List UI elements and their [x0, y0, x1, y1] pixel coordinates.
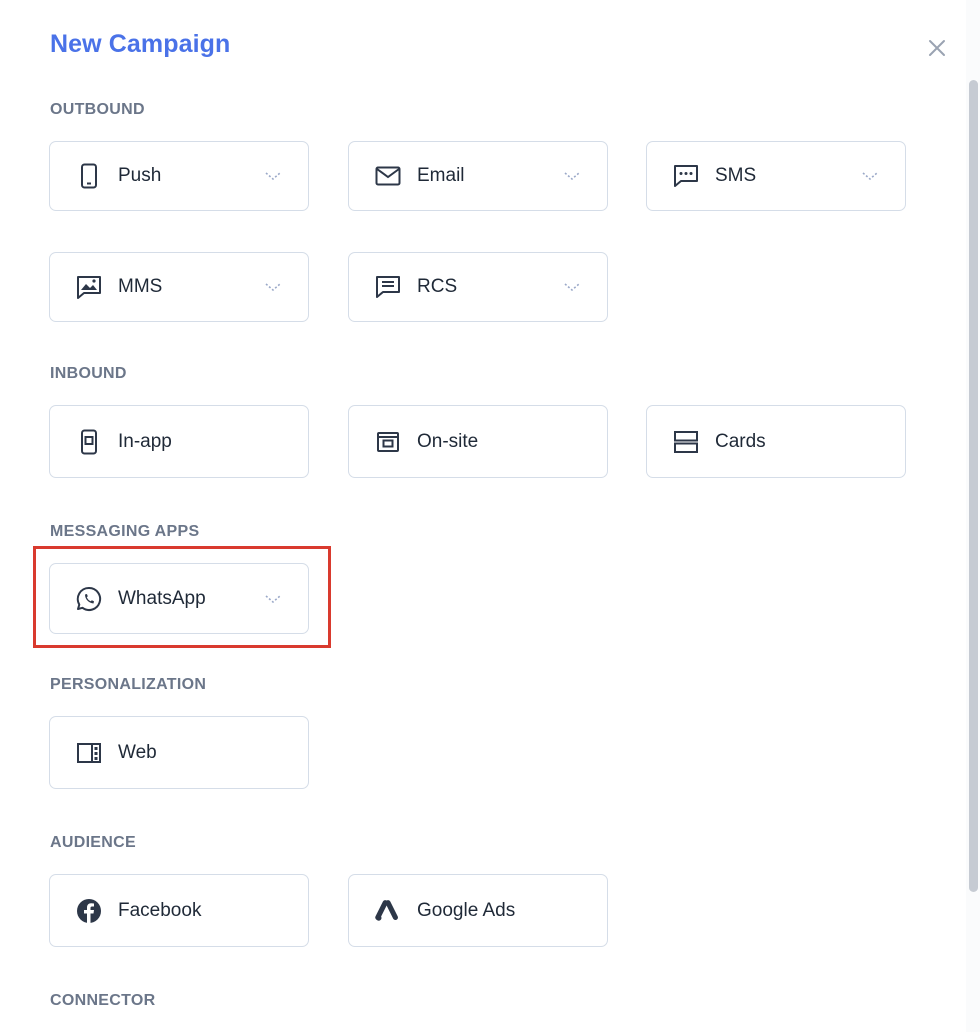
web-layout-icon [76, 740, 102, 766]
option-label: RCS [417, 276, 458, 297]
chevron-down-icon[interactable] [264, 281, 282, 293]
chevron-down-icon[interactable] [563, 281, 581, 293]
option-label: Google Ads [417, 899, 516, 921]
option-label: Facebook [118, 899, 202, 921]
campaign-option-whatsapp[interactable]: WhatsApp [49, 563, 309, 634]
google-ads-icon [375, 898, 401, 924]
dialog-title: New Campaign [50, 30, 231, 58]
whatsapp-icon [76, 586, 102, 612]
option-label: On-site [417, 430, 479, 452]
browser-window-icon [375, 429, 401, 455]
smartphone-icon [76, 163, 102, 189]
section-label-connector: CONNECTOR [50, 992, 156, 1009]
option-label: Push [118, 165, 162, 186]
cards-stack-icon [673, 429, 699, 455]
chevron-down-icon[interactable] [264, 170, 282, 182]
chat-bubble-icon [673, 163, 699, 189]
in-app-icon [76, 429, 102, 455]
scrollbar-thumb[interactable] [969, 80, 978, 892]
campaign-option-push[interactable]: Push [49, 141, 309, 211]
campaign-option-facebook[interactable]: Facebook [49, 874, 309, 947]
chevron-down-icon[interactable] [264, 593, 282, 605]
campaign-option-in-app[interactable]: In-app [49, 405, 309, 478]
close-icon [929, 40, 945, 56]
option-label: MMS [118, 276, 163, 297]
campaign-option-sms[interactable]: SMS [646, 141, 906, 211]
option-label: Email [417, 165, 465, 186]
option-label: Web [118, 741, 157, 763]
campaign-option-google-ads[interactable]: Google Ads [348, 874, 608, 947]
section-label-personalization: PERSONALIZATION [50, 676, 207, 693]
campaign-option-on-site[interactable]: On-site [348, 405, 608, 478]
campaign-option-cards[interactable]: Cards [646, 405, 906, 478]
chevron-down-icon[interactable] [563, 170, 581, 182]
section-label-audience: AUDIENCE [50, 834, 136, 851]
option-label: WhatsApp [118, 587, 206, 609]
option-label: Cards [715, 430, 766, 452]
section-label-inbound: INBOUND [50, 365, 127, 382]
section-label-outbound: OUTBOUND [50, 101, 145, 118]
campaign-option-mms[interactable]: MMS [49, 252, 309, 322]
image-icon [76, 274, 102, 300]
campaign-option-web[interactable]: Web [49, 716, 309, 789]
message-lines-icon [375, 274, 401, 300]
option-label: In-app [118, 430, 172, 452]
campaign-option-rcs[interactable]: RCS [348, 252, 608, 322]
section-label-messaging-apps: MESSAGING APPS [50, 523, 200, 540]
close-button[interactable] [922, 33, 952, 63]
facebook-icon [76, 898, 102, 924]
chevron-down-icon[interactable] [861, 170, 879, 182]
campaign-option-email[interactable]: Email [348, 141, 608, 211]
envelope-icon [375, 163, 401, 189]
option-label: SMS [715, 165, 757, 186]
